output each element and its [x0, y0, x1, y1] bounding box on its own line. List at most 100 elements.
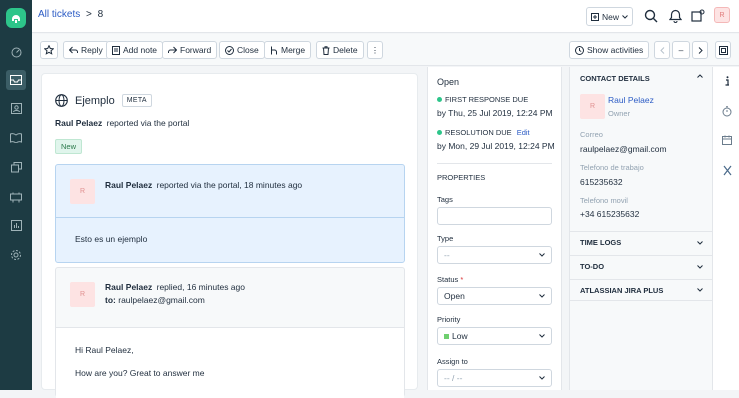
chevron-right-icon [698, 46, 703, 54]
divider [56, 217, 404, 218]
contact-role: Owner [608, 109, 631, 118]
all-tickets-link[interactable]: All tickets [38, 9, 80, 20]
chevron-down-icon [539, 376, 545, 380]
show-activities-button[interactable]: Show activities [569, 41, 650, 59]
contact-panel: CONTACT DETAILS R Raul Pelaez Owner Corr… [569, 67, 713, 390]
star-button[interactable] [40, 41, 58, 59]
chevron-down-icon [697, 240, 703, 245]
toggle-sidebar-button[interactable] [715, 41, 731, 59]
type-select[interactable]: -- [437, 246, 552, 264]
chevron-down-icon [539, 294, 545, 298]
info-icon[interactable] [721, 75, 733, 87]
check-circle-icon [225, 45, 234, 55]
properties-heading: PROPERTIES [437, 173, 486, 182]
properties-panel: Open FIRST RESPONSE DUE by Thu, 25 Jul 2… [427, 67, 562, 390]
tags-label: Tags [437, 195, 453, 204]
conversation-item: R Raul Pelaez replied, 16 minutes ago to… [55, 267, 405, 398]
forward-icon [168, 46, 177, 54]
reports-icon[interactable] [6, 215, 26, 235]
mobile-phone: +34 615235632 [580, 209, 640, 219]
collapse-button[interactable]: – [672, 41, 690, 59]
recipient-email: raulpelaez@gmail.com [118, 295, 205, 305]
email-label: Correo [580, 130, 603, 139]
reply-greeting: Hi Raul Pelaez, [75, 345, 134, 355]
contact-details-header[interactable]: CONTACT DETAILS [580, 74, 703, 83]
time-logs-section[interactable]: TIME LOGS [570, 231, 713, 253]
conversation-meta: replied, 16 minutes ago [156, 282, 245, 292]
conversation-meta: reported via the portal, 18 minutes ago [156, 180, 303, 190]
new-button[interactable]: New [586, 7, 633, 26]
reply-button[interactable]: Reply [63, 41, 109, 59]
globe-icon [55, 94, 68, 107]
ticket-toolbar: Reply Add note Forward Close Merge Delet… [32, 34, 739, 66]
timer-icon[interactable] [721, 105, 733, 117]
forward-button[interactable]: Forward [162, 41, 218, 59]
more-actions-button[interactable]: ⋮ [367, 41, 383, 59]
jira-icon[interactable] [721, 164, 733, 176]
contacts-icon[interactable] [6, 98, 26, 118]
freshdesk-logo-icon[interactable] [6, 8, 26, 28]
forums-icon[interactable] [6, 157, 26, 177]
calendar-icon[interactable] [721, 134, 733, 146]
reported-via: reported via the portal [106, 118, 190, 128]
tickets-icon[interactable] [6, 70, 26, 90]
resolution-edit-link[interactable]: Edit [517, 128, 530, 137]
status-value: Open [444, 291, 465, 301]
todo-section[interactable]: TO-DO [570, 255, 713, 277]
dashboard-icon[interactable] [6, 42, 26, 62]
close-button[interactable]: Close [219, 41, 265, 59]
green-dot-icon [437, 130, 442, 135]
author-name[interactable]: Raul Pelaez [105, 282, 152, 292]
resolution-value: by Mon, 29 Jul 2019, 12:24 PM [437, 141, 555, 151]
new-button-label: New [601, 11, 619, 22]
to-label: to: [105, 295, 116, 305]
plus-box-icon [590, 12, 599, 21]
tags-input[interactable] [437, 207, 552, 225]
social-icon[interactable] [6, 187, 26, 207]
subject-text: Ejemplo [75, 94, 115, 107]
author-name[interactable]: Raul Pelaez [105, 180, 152, 190]
first-response-label: FIRST RESPONSE DUE [437, 95, 528, 104]
merge-button[interactable]: Merge [264, 41, 312, 59]
jira-section[interactable]: ATLASSIAN JIRA PLUS [570, 279, 713, 301]
left-nav [0, 0, 32, 390]
close-label: Close [237, 45, 259, 55]
priority-low-icon [444, 334, 449, 339]
panel-icon [718, 45, 728, 55]
next-ticket-button[interactable] [692, 41, 708, 59]
breadcrumb: All tickets > 8 [38, 9, 103, 20]
divider [437, 163, 552, 164]
chevron-left-icon [659, 46, 664, 54]
recipient-line: to: raulpelaez@gmail.com [105, 295, 205, 305]
mobile-label: Telefono movil [580, 196, 628, 205]
chevron-down-icon [622, 14, 628, 19]
conversation-header: Raul Pelaez replied, 16 minutes ago [105, 282, 245, 292]
type-value: -- [444, 250, 450, 260]
search-icon[interactable] [643, 8, 659, 24]
status-label: Status * [437, 275, 464, 284]
admin-gear-icon[interactable] [6, 245, 26, 265]
section-title: TO-DO [580, 262, 605, 271]
contact-details-heading: CONTACT DETAILS [580, 74, 650, 83]
contact-name[interactable]: Raul Pelaez [608, 95, 654, 105]
green-dot-icon [437, 97, 442, 102]
avatar: R [70, 282, 95, 307]
conversation-item: R Raul Pelaez reported via the portal, 1… [55, 164, 405, 263]
user-avatar[interactable]: R [714, 7, 730, 23]
meta-badge[interactable]: META [121, 94, 152, 107]
priority-select[interactable]: Low [437, 327, 552, 345]
reply-label: Reply [81, 45, 103, 55]
add-note-button[interactable]: Add note [106, 41, 164, 59]
bell-icon[interactable] [667, 8, 683, 24]
reporter-name[interactable]: Raul Pelaez [55, 118, 102, 128]
chevron-down-icon [697, 288, 703, 292]
assign-select[interactable]: -- / -- [437, 369, 552, 387]
status-select[interactable]: Open [437, 287, 552, 305]
reply-body: Hi Raul Pelaez, How are you? Great to an… [56, 327, 404, 398]
solutions-book-icon[interactable] [6, 128, 26, 148]
apps-icon[interactable] [690, 8, 706, 24]
star-icon [44, 45, 54, 55]
prev-ticket-button[interactable] [654, 41, 670, 59]
ticket-subject: Ejemplo META [55, 94, 152, 107]
delete-button[interactable]: Delete [316, 41, 364, 59]
